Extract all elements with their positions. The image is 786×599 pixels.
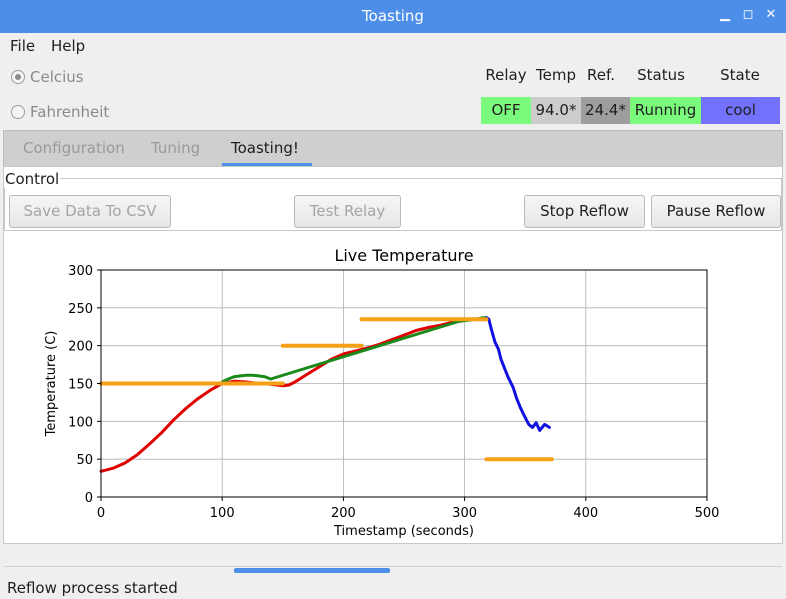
radio-fahrenheit-label: Fahrenheit (30, 103, 110, 121)
tab-configuration[interactable]: Configuration (23, 139, 125, 157)
tab-bar: Configuration Tuning Toasting! (3, 130, 783, 166)
header-state: State (720, 66, 760, 84)
y-tick-label: 250 (68, 302, 93, 317)
y-tick-label: 50 (76, 453, 93, 468)
radio-fahrenheit[interactable]: Fahrenheit (11, 103, 109, 121)
status-message: Reflow process started (7, 579, 178, 597)
test-relay-button[interactable]: Test Relay (294, 195, 401, 228)
title-bar: Toasting ▁ ◻ ✕ (0, 0, 786, 33)
y-tick-label: 0 (85, 491, 93, 506)
radio-celsius[interactable]: Celcius (11, 68, 84, 86)
temp-value: 94.0* (531, 97, 581, 124)
status-bar: Reflow process started (0, 577, 786, 599)
x-tick-label: 100 (210, 506, 235, 521)
tab-tuning[interactable]: Tuning (151, 139, 200, 157)
menu-help[interactable]: Help (51, 37, 85, 55)
menu-bar: File Help (0, 33, 786, 59)
x-tick-label: 300 (452, 506, 477, 521)
x-tick-label: 500 (695, 506, 720, 521)
header-ref: Ref. (587, 66, 615, 84)
stop-reflow-button[interactable]: Stop Reflow (524, 195, 645, 228)
minimize-icon[interactable]: ▁ (718, 8, 732, 22)
y-tick-label: 100 (68, 415, 93, 430)
chart-title: Live Temperature (334, 246, 473, 265)
header-status: Status (637, 66, 685, 84)
maximize-icon[interactable]: ◻ (741, 8, 755, 22)
live-temperature-chart: 0 100 200 300 400 500 0 50 100 150 200 250 300 Live T… (44, 246, 720, 539)
ref-value: 24.4* (581, 97, 630, 124)
y-tick-label: 200 (68, 340, 93, 355)
relay-value: OFF (481, 97, 531, 124)
radio-celsius-indicator (11, 70, 25, 84)
y-axis-label: Temperature (C) (44, 331, 59, 438)
tab-toasting[interactable]: Toasting! (231, 139, 299, 157)
x-tick-label: 200 (331, 506, 356, 521)
state-value: cool (701, 97, 780, 124)
y-tick-label: 300 (68, 264, 93, 279)
control-group-label: Control (4, 170, 61, 188)
status-value: Running (630, 97, 701, 124)
close-icon[interactable]: ✕ (764, 8, 778, 22)
radio-fahrenheit-indicator (11, 105, 25, 119)
window-title: Toasting (362, 7, 424, 25)
x-tick-label: 400 (573, 506, 598, 521)
progress-track (4, 566, 782, 575)
save-csv-button[interactable]: Save Data To CSV (9, 195, 171, 228)
header-temp: Temp (536, 66, 576, 84)
x-tick-label: 0 (97, 506, 105, 521)
pause-reflow-button[interactable]: Pause Reflow (651, 195, 781, 228)
menu-file[interactable]: File (10, 37, 35, 55)
radio-celsius-label: Celcius (30, 68, 84, 86)
y-tick-label: 150 (68, 378, 93, 393)
x-axis-label: Timestamp (seconds) (333, 524, 474, 539)
header-relay: Relay (485, 66, 527, 84)
progress-bar (234, 568, 390, 573)
